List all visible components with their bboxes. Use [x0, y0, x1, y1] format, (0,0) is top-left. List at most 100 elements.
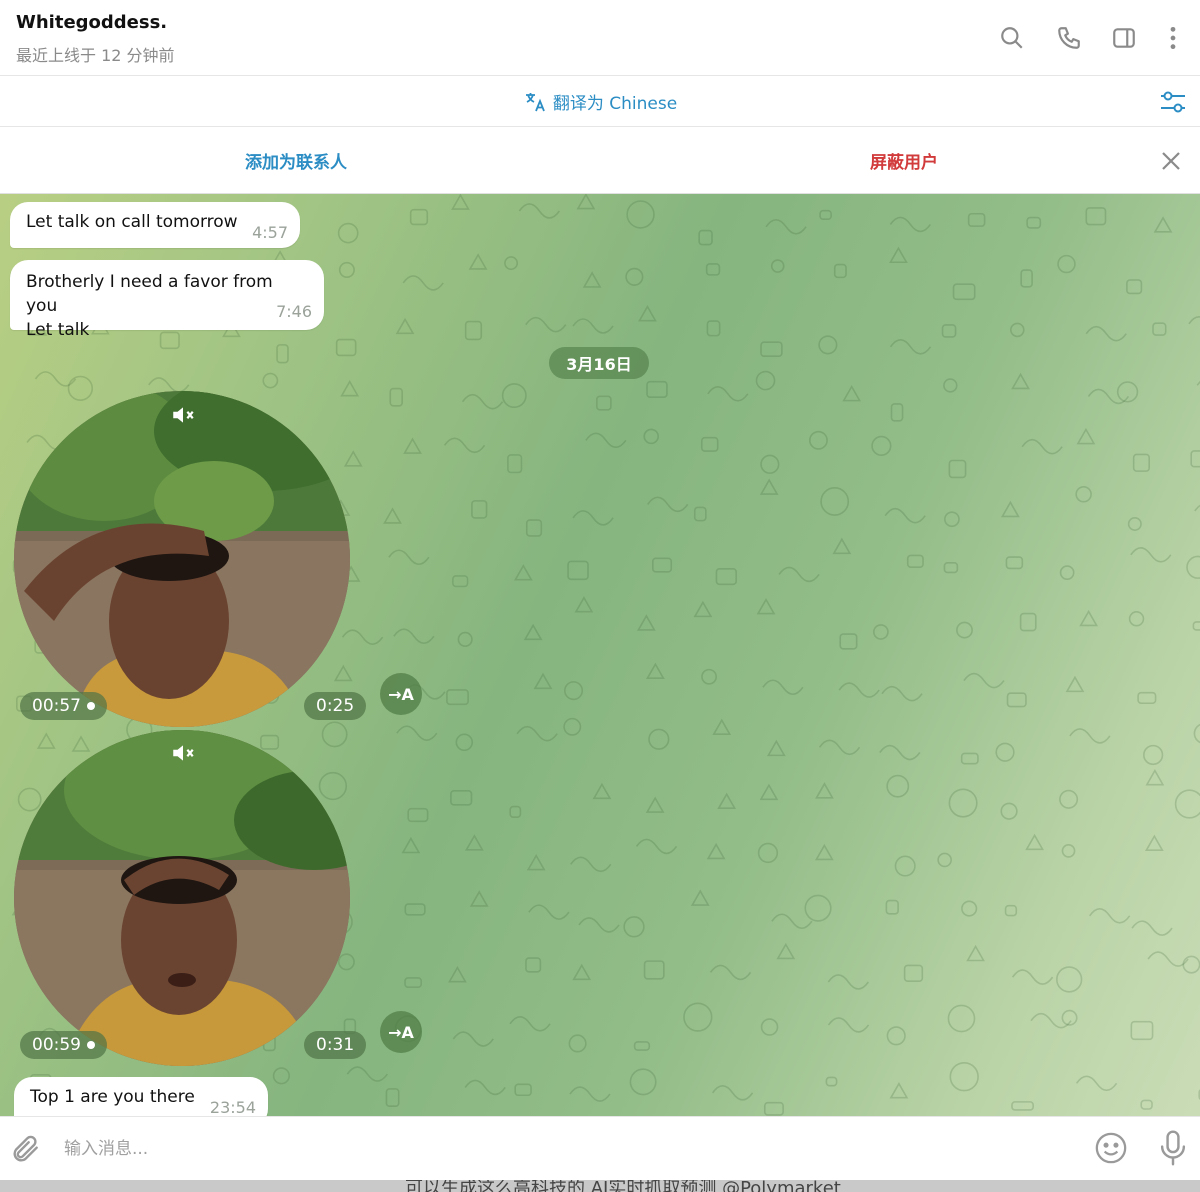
background-doodle [388, 549, 430, 566]
background-doodle [383, 507, 402, 524]
background-doodle [1025, 833, 1044, 851]
date-separator: 3月16日 [549, 347, 649, 379]
background-doodle [464, 320, 483, 341]
background-doodle [528, 904, 570, 920]
background-doodle [509, 805, 522, 818]
message-bubble[interactable]: Brotherly I need a favor from you Let ta… [10, 260, 324, 340]
background-doodle [952, 283, 976, 301]
background-doodle [523, 623, 543, 641]
background-doodle [568, 1034, 587, 1053]
background-doodle [450, 789, 473, 806]
background-doodle [762, 679, 804, 696]
background-doodle [1174, 789, 1200, 819]
translate-settings-icon[interactable] [1158, 87, 1188, 117]
background-doodle [832, 537, 852, 555]
add-contact-button[interactable]: 添加为联系人 [0, 148, 592, 173]
contact-name[interactable]: Whitegoddess. [16, 12, 167, 33]
background-doodle [409, 208, 429, 226]
background-doodle [652, 557, 673, 573]
background-doodle [36, 732, 56, 749]
background-doodle [948, 459, 967, 479]
background-doodle [1059, 789, 1079, 809]
background-doodle [757, 842, 779, 864]
background-doodle [818, 335, 838, 355]
message-bubble[interactable]: Top 1 are you there 23:54 [14, 1077, 268, 1116]
message-bubble[interactable]: Let talk on call tomorrow 4:57 [10, 202, 300, 248]
background-doodle [1075, 1075, 1118, 1092]
sidebar-toggle-icon[interactable] [1108, 20, 1140, 56]
background-doodle [760, 454, 780, 474]
background-doodle [582, 271, 602, 288]
background-doodle [760, 1018, 779, 1036]
background-doodle [389, 387, 403, 407]
block-user-button[interactable]: 屏蔽用户 [608, 148, 1200, 173]
background-doodle [569, 1086, 611, 1102]
background-doodle [889, 339, 932, 355]
chat-area[interactable]: Let talk on call tomorrow 4:57 Brotherly… [0, 194, 1200, 1116]
background-doodle [1194, 504, 1200, 512]
background-doodle [838, 682, 880, 698]
background-doodle [709, 964, 752, 981]
background-doodle [333, 664, 353, 682]
background-doodle [872, 624, 889, 640]
background-doodle [341, 629, 384, 645]
background-doodle [701, 668, 718, 685]
message-input[interactable] [64, 1131, 1044, 1167]
background-doodle [401, 836, 421, 854]
background-doodle [1188, 316, 1200, 325]
background-doodle [839, 633, 858, 650]
phone-icon[interactable] [1053, 20, 1085, 56]
chat-header: Whitegoddess. 最近上线于 12 分钟前 [0, 0, 1200, 76]
background-doodle [712, 718, 732, 736]
muted-icon [173, 745, 194, 761]
background-doodle [960, 752, 979, 765]
search-icon[interactable] [996, 20, 1028, 56]
background-doodle [819, 209, 832, 220]
video-duration: 0:25 [316, 696, 355, 716]
background-doodle [17, 787, 42, 812]
background-doodle [842, 385, 862, 402]
background-doodle [963, 672, 1005, 689]
background-doodle [889, 246, 908, 264]
close-icon[interactable] [1156, 146, 1186, 176]
translate-bar: 翻译为 Chinese [0, 77, 1200, 127]
transcribe-button[interactable]: →A [380, 673, 422, 715]
background-doodle [525, 519, 543, 537]
background-doodle [335, 338, 357, 357]
background-doodle [906, 554, 924, 569]
background-doodle [452, 1031, 494, 1047]
last-seen-status: 最近上线于 12 分钟前 [16, 46, 175, 65]
background-doodle [759, 478, 779, 495]
background-doodle [533, 672, 553, 690]
translate-button[interactable]: 翻译为 Chinese [0, 89, 1200, 114]
background-doodle [698, 229, 713, 246]
background-doodle [1132, 453, 1150, 472]
background-doodle [884, 507, 926, 524]
background-doodle [1127, 516, 1142, 531]
background-doodle [471, 500, 488, 519]
contact-action-bar: 添加为联系人 屏蔽用户 [0, 128, 1200, 194]
attach-icon[interactable] [10, 1133, 42, 1165]
background-doodle [574, 596, 594, 613]
round-video-message[interactable] [14, 730, 350, 1066]
background-doodle [1145, 769, 1165, 786]
background-doodle [570, 856, 612, 873]
background-doodle [464, 1079, 506, 1096]
background-doodle [393, 628, 435, 645]
background-doodle [647, 496, 689, 513]
background-doodle [451, 194, 470, 210]
background-doodle [1076, 427, 1096, 445]
background-doodle [461, 393, 504, 410]
round-video-message[interactable] [14, 391, 350, 727]
background-doodle [886, 1026, 906, 1046]
background-doodle [715, 568, 737, 586]
video-duration-badge: 0:25 [304, 692, 367, 720]
video-elapsed-badge: 00:57 [20, 692, 107, 720]
microphone-icon[interactable] [1156, 1129, 1190, 1167]
emoji-icon[interactable] [1094, 1131, 1128, 1165]
transcribe-button[interactable]: →A [380, 1011, 422, 1053]
background-doodle [1137, 691, 1157, 705]
background-doodle [1065, 675, 1085, 693]
background-doodle [596, 395, 612, 411]
more-vertical-icon[interactable] [1157, 20, 1189, 56]
